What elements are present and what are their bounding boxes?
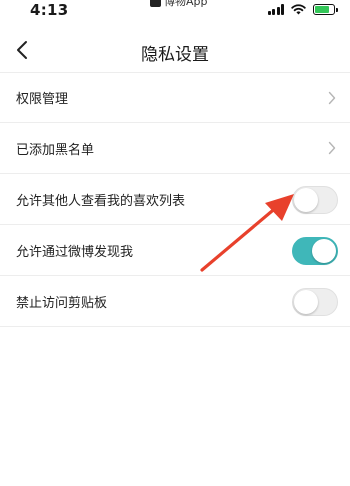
- setting-row-permissions[interactable]: 权限管理: [0, 72, 350, 123]
- settings-list: 权限管理 已添加黑名单 允许其他人查看我的喜欢列表 允许通过微博发现我 禁止访问: [0, 72, 350, 327]
- setting-row-blacklist[interactable]: 已添加黑名单: [0, 123, 350, 174]
- weibo-discovery-toggle[interactable]: [292, 237, 338, 265]
- setting-label: 权限管理: [16, 92, 69, 107]
- clipboard-access-toggle[interactable]: [292, 288, 338, 316]
- toggle-knob: [294, 290, 318, 314]
- setting-label: 禁止访问剪贴板: [16, 295, 108, 311]
- chevron-right-icon: [328, 91, 336, 105]
- cellular-signal-icon: [267, 4, 284, 15]
- status-app-indicator: 博物App: [150, 0, 208, 9]
- toggle-knob: [294, 188, 318, 212]
- nav-bar: 隐私设置: [0, 28, 350, 72]
- likes-visibility-toggle[interactable]: [292, 186, 338, 214]
- status-indicators: [267, 4, 338, 15]
- app-icon: [150, 0, 161, 7]
- setting-label: 允许其他人查看我的喜欢列表: [16, 193, 186, 209]
- setting-row-clipboard: 禁止访问剪贴板: [0, 276, 350, 327]
- toggle-knob: [312, 239, 336, 263]
- setting-label: 允许通过微博发现我: [16, 244, 134, 260]
- setting-row-likes-visibility: 允许其他人查看我的喜欢列表: [0, 174, 350, 225]
- setting-row-weibo-discovery: 允许通过微博发现我: [0, 225, 350, 276]
- battery-icon: [313, 4, 338, 15]
- status-app-name: 博物App: [164, 0, 208, 8]
- chevron-right-icon: [328, 141, 336, 155]
- setting-label: 已添加黑名单: [16, 142, 95, 158]
- page-title: 隐私设置: [141, 45, 209, 65]
- wifi-icon: [291, 4, 306, 15]
- status-bar: 4:13 博物App: [0, 0, 350, 24]
- status-time: 4:13: [30, 1, 69, 19]
- screen: 4:13 博物App 隐私设置 权限管理 已添加黑名单 允许其他人查看我的喜欢列…: [0, 0, 350, 486]
